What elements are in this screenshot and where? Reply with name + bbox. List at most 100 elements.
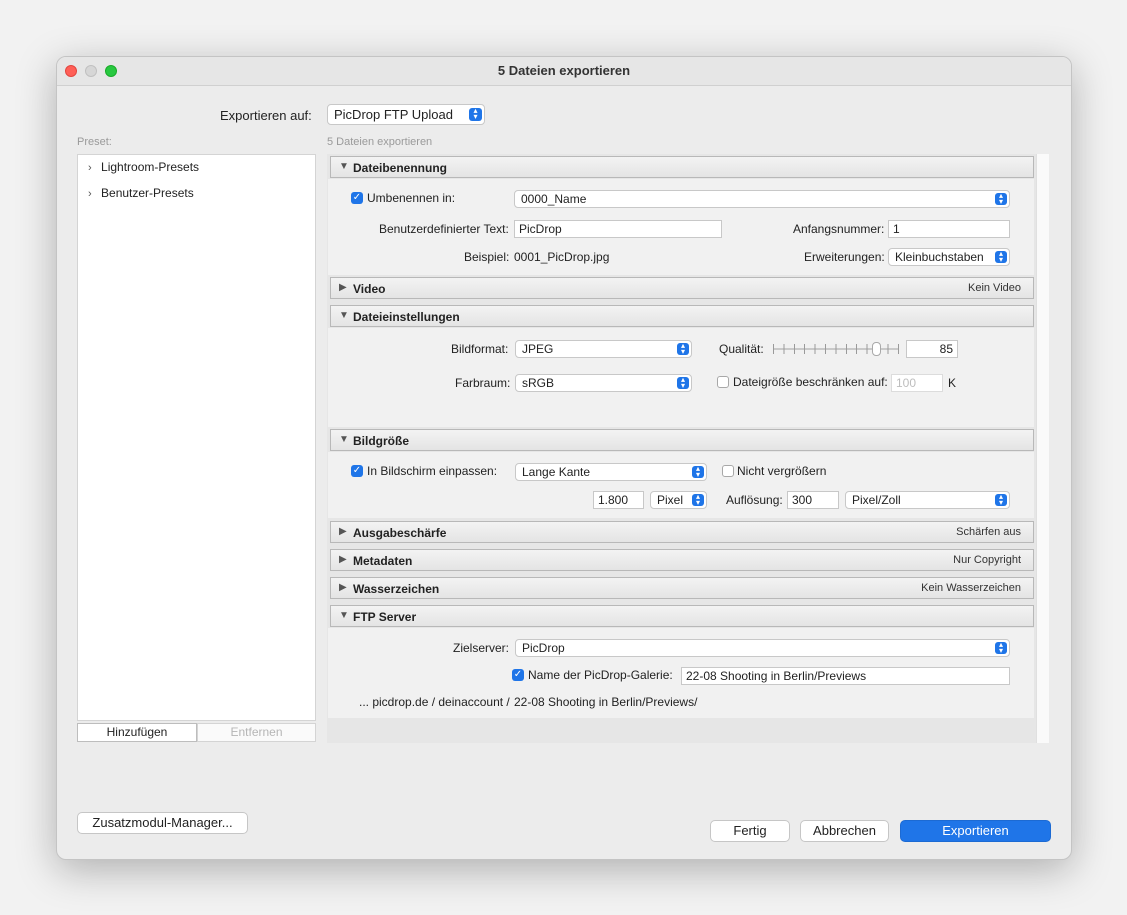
chevron-updown-icon: ▴ ▾ bbox=[995, 641, 1007, 655]
no-enlarge-label: Nicht vergrößern bbox=[737, 464, 827, 478]
fit-screen-label: In Bildschirm einpassen: bbox=[367, 464, 498, 478]
section-title: Dateieinstellungen bbox=[353, 310, 460, 324]
window-title: 5 Dateien exportieren bbox=[497, 63, 631, 78]
section-title: Wasserzeichen bbox=[353, 582, 440, 596]
export-button[interactable]: Exportieren bbox=[900, 820, 1051, 842]
quality-field[interactable]: 85 bbox=[906, 340, 958, 358]
triangle-right-icon: ▶ bbox=[339, 582, 347, 593]
section-output-sharpening[interactable]: ▶ Ausgabeschärfe Schärfen aus bbox=[330, 521, 1034, 543]
add-preset-button[interactable]: Hinzufügen bbox=[77, 723, 197, 742]
section-file-naming[interactable]: ▼ Dateibenennung bbox=[330, 156, 1034, 178]
resolution-label: Auflösung: bbox=[726, 493, 783, 507]
chevron-right-icon: › bbox=[88, 162, 92, 174]
colorspace-label: Farbraum: bbox=[455, 376, 511, 390]
triangle-down-icon: ▼ bbox=[339, 310, 349, 321]
section-summary: Schärfen aus bbox=[956, 526, 1021, 538]
section-title: Bildgröße bbox=[353, 434, 409, 448]
export-dialog: 5 Dateien exportieren Exportieren auf: P… bbox=[56, 56, 1072, 860]
chevron-updown-icon: ▴ ▾ bbox=[677, 342, 689, 356]
plugin-manager-button[interactable]: Zusatzmodul-Manager... bbox=[77, 812, 248, 834]
section-image-size[interactable]: ▼ Bildgröße bbox=[330, 429, 1034, 451]
title-bar: 5 Dateien exportieren bbox=[57, 57, 1071, 86]
rename-label: Umbenennen in: bbox=[367, 191, 456, 205]
rename-checkbox[interactable]: ✓ bbox=[351, 192, 363, 204]
extensions-select[interactable]: Kleinbuchstaben ▴ ▾ bbox=[888, 248, 1010, 266]
size-field[interactable]: 1.800 bbox=[593, 491, 644, 509]
scrollbar-track[interactable] bbox=[1036, 154, 1049, 743]
done-button[interactable]: Fertig bbox=[710, 820, 790, 842]
target-server-label: Zielserver: bbox=[453, 641, 510, 655]
chevron-updown-icon: ▴ ▾ bbox=[469, 107, 482, 121]
cancel-button[interactable]: Abbrechen bbox=[800, 820, 889, 842]
fit-mode-select[interactable]: Lange Kante ▴ ▾ bbox=[515, 463, 707, 481]
colorspace-value: sRGB bbox=[522, 376, 555, 390]
chevron-updown-icon: ▴ ▾ bbox=[995, 493, 1007, 507]
export-to-select[interactable]: PicDrop FTP Upload ▴ ▾ bbox=[327, 104, 485, 125]
triangle-down-icon: ▼ bbox=[339, 610, 349, 621]
custom-text-label: Benutzerdefinierter Text: bbox=[379, 222, 509, 236]
resolution-unit-select[interactable]: Pixel/Zoll ▴ ▾ bbox=[845, 491, 1010, 509]
quality-slider[interactable] bbox=[773, 342, 899, 356]
triangle-down-icon: ▼ bbox=[339, 161, 349, 172]
gallery-name-field[interactable]: 22-08 Shooting in Berlin/Previews bbox=[681, 667, 1010, 685]
no-enlarge-checkbox[interactable] bbox=[722, 465, 734, 477]
section-watermark[interactable]: ▶ Wasserzeichen Kein Wasserzeichen bbox=[330, 577, 1034, 599]
chevron-right-icon: › bbox=[88, 188, 92, 200]
main-caption: 5 Dateien exportieren bbox=[327, 136, 433, 148]
resolution-unit-value: Pixel/Zoll bbox=[852, 493, 901, 507]
section-metadata[interactable]: ▶ Metadaten Nur Copyright bbox=[330, 549, 1034, 571]
target-server-value: PicDrop bbox=[522, 641, 565, 655]
extensions-value: Kleinbuchstaben bbox=[895, 250, 984, 264]
colorspace-select[interactable]: sRGB ▴ ▾ bbox=[515, 374, 692, 392]
rename-template-value: 0000_Name bbox=[521, 192, 587, 206]
section-summary: Nur Copyright bbox=[953, 554, 1021, 566]
example-label: Beispiel: bbox=[464, 250, 510, 264]
chevron-updown-icon: ▴ ▾ bbox=[677, 376, 689, 390]
export-to-value: PicDrop FTP Upload bbox=[334, 107, 453, 122]
export-to-label: Exportieren auf: bbox=[220, 108, 312, 123]
preset-item-label: Lightroom-Presets bbox=[101, 160, 200, 174]
list-item[interactable]: › Benutzer-Presets bbox=[88, 186, 194, 200]
chevron-updown-icon: ▴ ▾ bbox=[995, 192, 1007, 206]
example-value: 0001_PicDrop.jpg bbox=[514, 250, 610, 264]
limit-size-label: Dateigröße beschränken auf: bbox=[733, 375, 888, 389]
rename-template-select[interactable]: 0000_Name ▴ ▾ bbox=[514, 190, 1010, 208]
gallery-name-label: Name der PicDrop-Galerie: bbox=[528, 668, 673, 682]
start-number-label: Anfangsnummer: bbox=[793, 222, 885, 236]
list-item[interactable]: › Lightroom-Presets bbox=[88, 160, 199, 174]
extensions-label: Erweiterungen: bbox=[804, 250, 885, 264]
size-unit-select[interactable]: Pixel ▴ ▾ bbox=[650, 491, 707, 509]
limit-size-checkbox[interactable] bbox=[717, 376, 729, 388]
section-title: Ausgabeschärfe bbox=[353, 526, 447, 540]
format-value: JPEG bbox=[522, 342, 554, 356]
target-server-select[interactable]: PicDrop ▴ ▾ bbox=[515, 639, 1010, 657]
gallery-name-checkbox[interactable]: ✓ bbox=[512, 669, 524, 681]
chevron-updown-icon: ▴ ▾ bbox=[995, 250, 1007, 264]
limit-size-unit: K bbox=[948, 376, 957, 390]
resolution-field[interactable]: 300 bbox=[787, 491, 839, 509]
fit-screen-checkbox[interactable]: ✓ bbox=[351, 465, 363, 477]
section-title: Video bbox=[353, 282, 386, 296]
section-ftp-server[interactable]: ▼ FTP Server bbox=[330, 605, 1034, 627]
ftp-path-value: 22-08 Shooting in Berlin/Previews/ bbox=[514, 695, 698, 709]
triangle-down-icon: ▼ bbox=[339, 434, 349, 445]
ftp-path-prefix: ... picdrop.de / deinaccount / bbox=[359, 695, 510, 709]
chevron-updown-icon: ▴ ▾ bbox=[692, 493, 704, 507]
section-title: Metadaten bbox=[353, 554, 413, 568]
format-select[interactable]: JPEG ▴ ▾ bbox=[515, 340, 692, 358]
preset-item-label: Benutzer-Presets bbox=[101, 186, 194, 200]
start-number-field[interactable]: 1 bbox=[888, 220, 1010, 238]
quality-label: Qualität: bbox=[719, 342, 764, 356]
preset-list: › Lightroom-Presets › Benutzer-Presets bbox=[77, 154, 316, 721]
section-file-settings[interactable]: ▼ Dateieinstellungen bbox=[330, 305, 1034, 327]
remove-preset-button[interactable]: Entfernen bbox=[197, 723, 316, 742]
section-title: FTP Server bbox=[353, 610, 417, 624]
slider-thumb[interactable] bbox=[872, 342, 881, 356]
triangle-right-icon: ▶ bbox=[339, 282, 347, 293]
preset-label: Preset: bbox=[77, 136, 112, 148]
size-unit-value: Pixel bbox=[657, 493, 684, 507]
triangle-right-icon: ▶ bbox=[339, 526, 347, 537]
custom-text-field[interactable]: PicDrop bbox=[514, 220, 722, 238]
limit-size-field[interactable]: 100 bbox=[891, 374, 943, 392]
section-video[interactable]: ▶ Video Kein Video bbox=[330, 277, 1034, 299]
